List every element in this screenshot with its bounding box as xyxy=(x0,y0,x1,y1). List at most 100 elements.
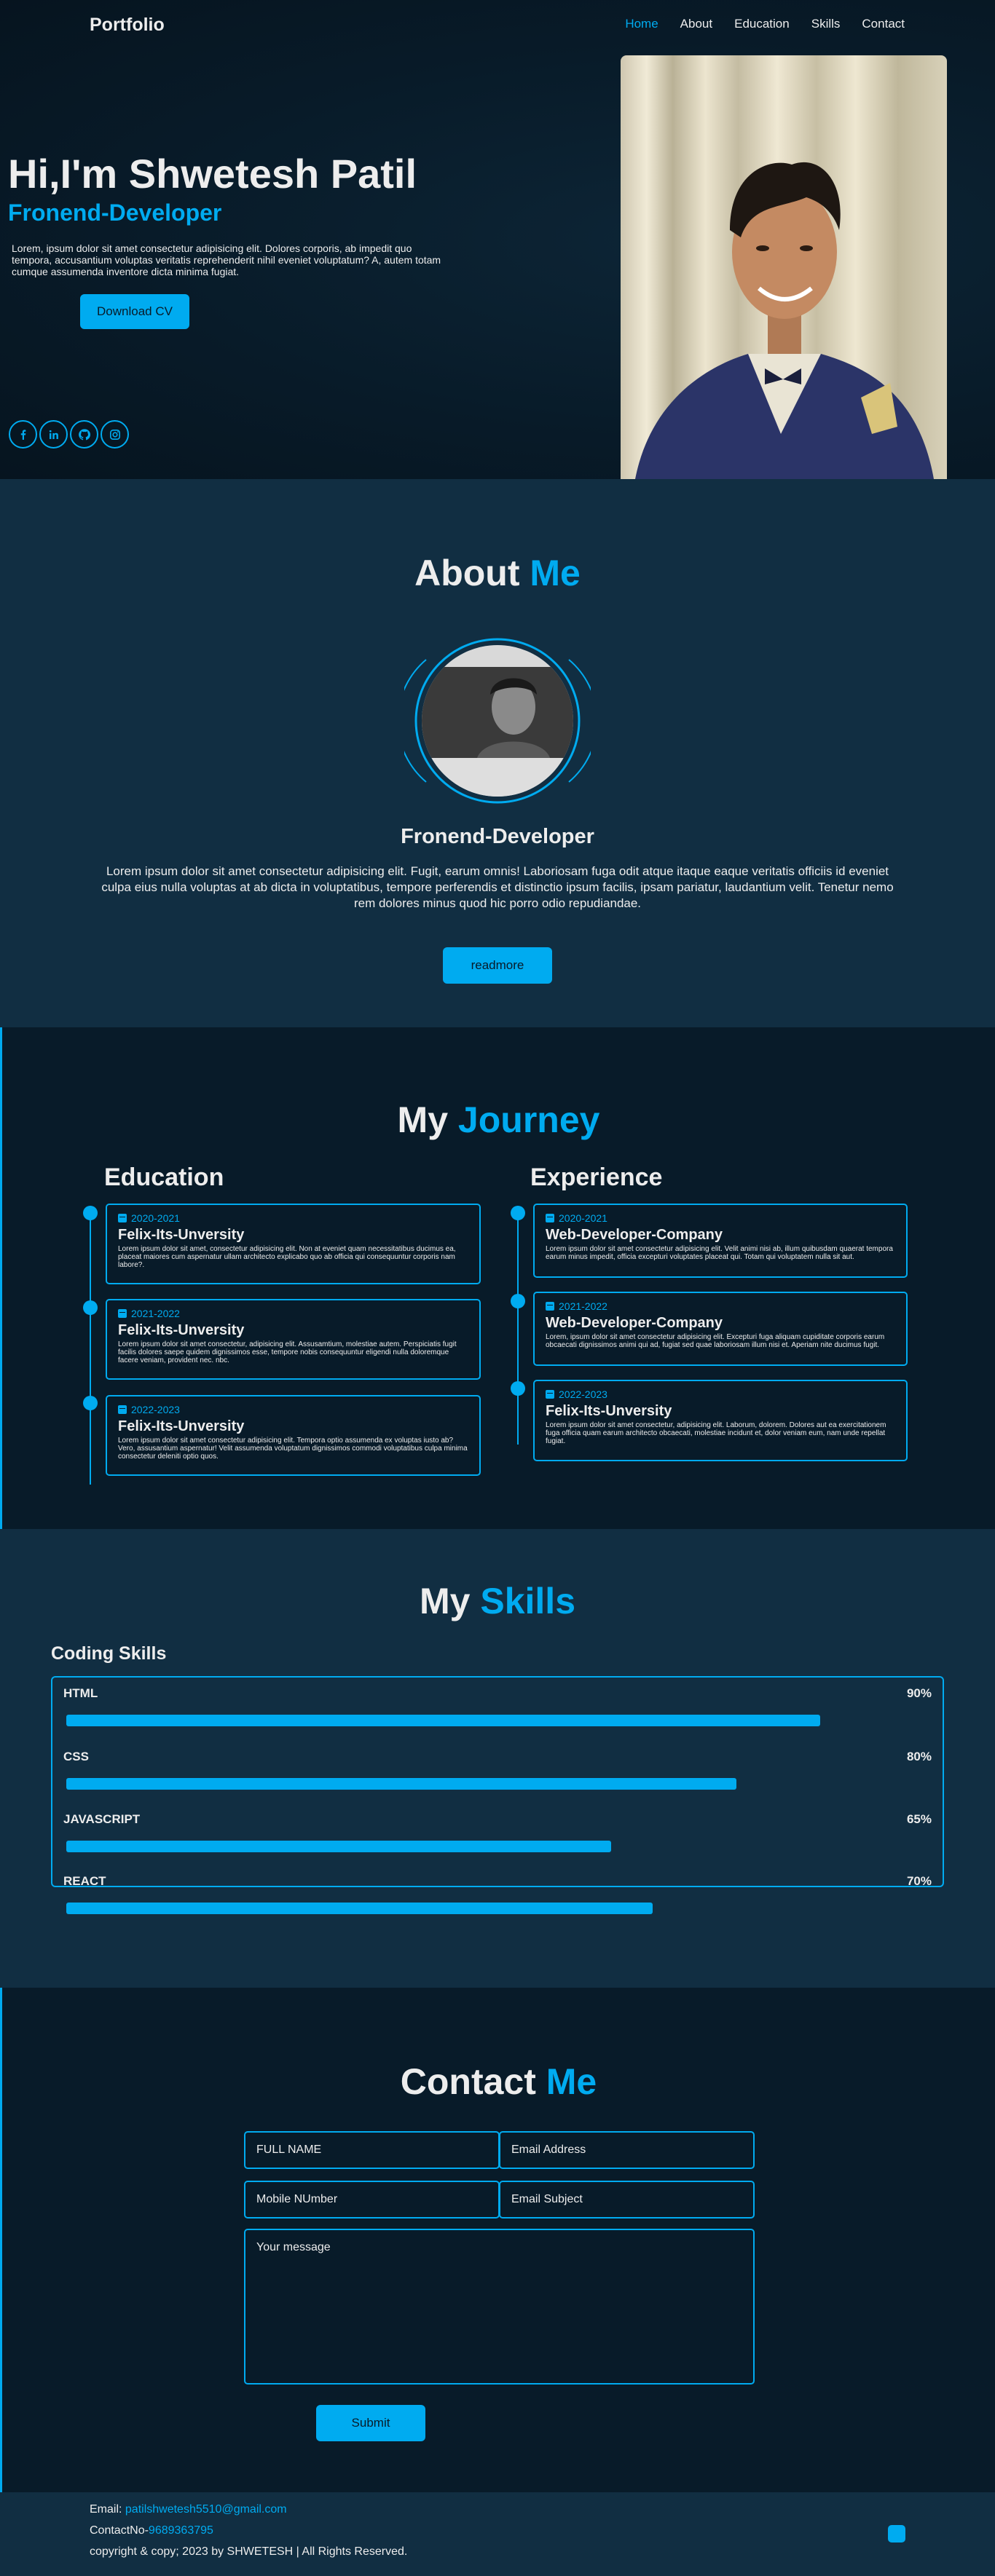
card-year: 2021-2022 xyxy=(546,1300,895,1312)
skill-percent: 80% xyxy=(906,1750,932,1763)
scroll-top-button[interactable] xyxy=(888,2525,905,2543)
skill-percent: 70% xyxy=(906,1874,932,1888)
skill-bar xyxy=(66,1841,904,1852)
github-icon[interactable] xyxy=(70,420,98,449)
card-year: 2022-2023 xyxy=(546,1388,895,1400)
subject-input[interactable]: Email Subject xyxy=(499,2181,755,2219)
footer-email: Email: patilshwetesh5510@gmail.com xyxy=(90,2503,287,2516)
footer-contact: ContactNo-9689363795 xyxy=(90,2524,213,2537)
mobile-input[interactable]: Mobile NUmber xyxy=(244,2181,500,2219)
calendar-icon xyxy=(118,1309,127,1318)
social-links xyxy=(9,420,129,449)
card-year-text: 2020-2021 xyxy=(131,1212,180,1224)
timeline-dot xyxy=(511,1381,525,1396)
card-year-text: 2020-2021 xyxy=(559,1212,607,1224)
card-year: 2020-2021 xyxy=(546,1212,895,1224)
card-name: Felix-Its-Unversity xyxy=(118,1322,245,1338)
journey-title: My Journey xyxy=(2,1099,995,1141)
education-title: Education xyxy=(104,1163,224,1191)
experience-card: 2022-2023 Felix-Its-Unversity Lorem ipsu… xyxy=(533,1380,908,1461)
education-card: 2020-2021 Felix-Its-Unversity Lorem ipsu… xyxy=(106,1204,481,1284)
nav-home[interactable]: Home xyxy=(625,17,658,31)
instagram-icon[interactable] xyxy=(101,420,129,449)
hero-role: Fronend-Developer xyxy=(8,199,222,226)
home-section: Hi,I'm Shwetesh Patil Fronend-Developer … xyxy=(0,0,995,479)
timeline-dot xyxy=(83,1396,98,1410)
about-role: Fronend-Developer xyxy=(401,825,594,848)
experience-card: 2021-2022 Web-Developer-Company Lorem, i… xyxy=(533,1292,908,1366)
calendar-icon xyxy=(118,1214,127,1222)
footer-contact-number[interactable]: 9689363795 xyxy=(149,2524,213,2537)
hero-title: Hi,I'm Shwetesh Patil xyxy=(8,151,417,197)
journey-title-accent: Journey xyxy=(457,1099,600,1140)
experience-title: Experience xyxy=(530,1163,663,1191)
card-text: Lorem ipsum dolor sit amet consectetur a… xyxy=(118,1437,468,1461)
about-text: Lorem ipsum dolor sit amet consectetur a… xyxy=(101,864,894,910)
contact-section: Contact Me FULL NAME Email Address Mobil… xyxy=(0,1988,995,2492)
education-card: 2022-2023 Felix-Its-Unversity Lorem ipsu… xyxy=(106,1395,481,1476)
timeline-dot xyxy=(511,1206,525,1220)
card-text: Lorem ipsum dolor sit amet, consectetur … xyxy=(118,1245,456,1269)
fullname-input[interactable]: FULL NAME xyxy=(244,2131,500,2169)
message-textarea[interactable]: Your message xyxy=(244,2229,755,2385)
education-timeline xyxy=(90,1208,91,1485)
submit-button[interactable]: Submit xyxy=(316,2405,425,2441)
about-title: About Me xyxy=(0,552,995,594)
footer-contact-label: ContactNo- xyxy=(90,2524,149,2537)
skill-percent: 65% xyxy=(906,1812,932,1826)
coding-skills-title: Coding Skills xyxy=(51,1643,167,1664)
skill-bar xyxy=(66,1778,904,1790)
card-name: Felix-Its-Unversity xyxy=(118,1227,245,1243)
nav-about[interactable]: About xyxy=(680,17,712,31)
readmore-button[interactable]: readmore xyxy=(443,947,552,984)
linkedin-icon[interactable] xyxy=(39,420,68,449)
facebook-icon[interactable] xyxy=(9,420,37,449)
education-card: 2021-2022 Felix-Its-Unversity Lorem ipsu… xyxy=(106,1299,481,1380)
journey-section: My Journey Education 2020-2021 Felix-Its… xyxy=(0,1027,995,1529)
contact-title: Contact Me xyxy=(2,2061,995,2103)
timeline-dot xyxy=(83,1206,98,1220)
about-section: About Me Fronend-Developer Lorem ipsum d… xyxy=(0,479,995,1027)
nav-education[interactable]: Education xyxy=(734,17,790,31)
calendar-icon xyxy=(546,1390,554,1399)
card-year: 2020-2021 xyxy=(118,1212,468,1224)
skills-title-main: My xyxy=(419,1581,471,1621)
card-text: Lorem ipsum dolor sit amet consectetur a… xyxy=(546,1245,893,1261)
nav-contact[interactable]: Contact xyxy=(862,17,905,31)
site-footer: Email: patilshwetesh5510@gmail.com Conta… xyxy=(0,2492,995,2576)
download-cv-button[interactable]: Download CV xyxy=(80,294,189,329)
main-nav: Home About Education Skills Contact xyxy=(625,17,905,31)
site-header: Portfolio Home About Education Skills Co… xyxy=(0,0,995,51)
card-year-text: 2021-2022 xyxy=(559,1300,607,1312)
card-year-text: 2021-2022 xyxy=(131,1308,180,1319)
hero-text: Lorem, ipsum dolor sit amet consectetur … xyxy=(12,242,441,277)
card-name: Felix-Its-Unversity xyxy=(546,1403,672,1419)
calendar-icon xyxy=(546,1302,554,1311)
email-input[interactable]: Email Address xyxy=(499,2131,755,2169)
card-year: 2022-2023 xyxy=(118,1404,468,1415)
nav-skills[interactable]: Skills xyxy=(811,17,841,31)
profile-photo xyxy=(621,55,947,479)
about-title-main: About xyxy=(414,553,520,593)
skills-title: My Skills xyxy=(0,1580,995,1622)
skill-name: REACT xyxy=(63,1874,106,1888)
footer-copyright: copyright & copy; 2023 by SHWETESH | All… xyxy=(90,2545,408,2558)
card-year: 2021-2022 xyxy=(118,1308,468,1319)
card-text: Lorem ipsum dolor sit amet consectetur, … xyxy=(118,1340,457,1364)
skills-title-accent: Skills xyxy=(480,1581,575,1621)
skill-bar-fill xyxy=(66,1903,653,1914)
card-year-text: 2022-2023 xyxy=(559,1388,607,1400)
experience-card: 2020-2021 Web-Developer-Company Lorem ip… xyxy=(533,1204,908,1278)
footer-email-link[interactable]: patilshwetesh5510@gmail.com xyxy=(125,2503,287,2516)
about-image xyxy=(397,638,598,804)
card-name: Felix-Its-Unversity xyxy=(118,1418,245,1434)
skill-bar xyxy=(66,1903,904,1914)
about-title-accent: Me xyxy=(530,553,581,593)
footer-email-label: Email: xyxy=(90,2503,122,2516)
card-text: Lorem ipsum dolor sit amet consectetur, … xyxy=(546,1421,886,1445)
card-year-text: 2022-2023 xyxy=(131,1404,180,1415)
skills-box: HTML 90% CSS 80% JAVASCRIPT 65% REACT 70… xyxy=(51,1676,944,1914)
skill-bar-fill xyxy=(66,1715,820,1726)
logo[interactable]: Portfolio xyxy=(90,15,165,36)
skill-bar xyxy=(66,1715,904,1726)
